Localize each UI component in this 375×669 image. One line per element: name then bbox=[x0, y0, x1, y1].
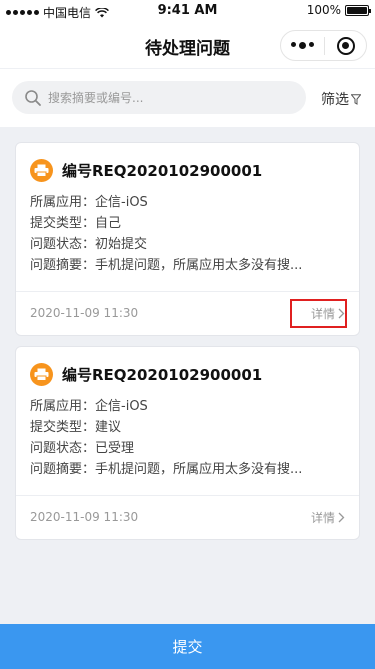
filter-label: 筛选 bbox=[321, 92, 349, 108]
card-number: 编号REQ2020102900001 bbox=[62, 366, 263, 384]
app-label: 所属应用： bbox=[30, 399, 96, 414]
card-summary-row: 问题摘要：手机提问题，所属应用太多没有搜... bbox=[30, 255, 345, 276]
filter-button[interactable]: 筛选 bbox=[321, 89, 361, 109]
search-placeholder: 搜索摘要或编号... bbox=[48, 91, 144, 105]
app-value: 企信-iOS bbox=[95, 195, 148, 210]
card-number: 编号REQ2020102900001 bbox=[62, 162, 263, 180]
card-header: 编号REQ2020102900001 bbox=[16, 347, 359, 386]
card-app-row: 所属应用：企信-iOS bbox=[30, 192, 345, 213]
card-body: 所属应用：企信-iOS 提交类型：自己 问题状态：初始提交 问题摘要：手机提问题… bbox=[16, 182, 359, 276]
card-state-row: 问题状态：已受理 bbox=[30, 438, 345, 459]
state-label: 问题状态： bbox=[30, 441, 96, 456]
card-app-row: 所属应用：企信-iOS bbox=[30, 396, 345, 417]
mini-program-capsule bbox=[280, 30, 367, 61]
status-bar: 中国电信 9:41 AM 100% bbox=[0, 0, 375, 22]
filter-icon bbox=[351, 93, 361, 105]
card-body: 所属应用：企信-iOS 提交类型：建议 问题状态：已受理 问题摘要：手机提问题，… bbox=[16, 386, 359, 480]
status-right: 100% bbox=[306, 3, 371, 17]
detail-link[interactable]: 详情 bbox=[311, 509, 345, 526]
card-summary-row: 问题摘要：手机提问题，所属应用太多没有搜... bbox=[30, 459, 345, 480]
card-header: 编号REQ2020102900001 bbox=[16, 143, 359, 182]
app-value: 企信-iOS bbox=[95, 399, 148, 414]
battery-percent: 100% bbox=[306, 3, 341, 17]
card-type-row: 提交类型：建议 bbox=[30, 417, 345, 438]
state-label: 问题状态： bbox=[30, 237, 96, 252]
close-icon bbox=[336, 36, 355, 55]
issue-card[interactable]: 编号REQ2020102900001 所属应用：企信-iOS 提交类型：自己 问… bbox=[15, 142, 360, 336]
type-value: 自己 bbox=[95, 216, 122, 231]
search-area: 搜索摘要或编号... 筛选 bbox=[0, 69, 375, 127]
printer-icon bbox=[30, 159, 53, 182]
card-state-row: 问题状态：初始提交 bbox=[30, 234, 345, 255]
detail-highlight-box bbox=[290, 299, 347, 328]
summary-label: 问题摘要： bbox=[30, 258, 96, 273]
search-input[interactable]: 搜索摘要或编号... bbox=[12, 81, 306, 114]
issue-card[interactable]: 编号REQ2020102900001 所属应用：企信-iOS 提交类型：建议 问… bbox=[15, 346, 360, 540]
card-footer: 2020-11-09 11:30 详情 bbox=[16, 495, 359, 539]
card-footer: 2020-11-09 11:30 详情 bbox=[16, 291, 359, 335]
detail-label: 详情 bbox=[310, 511, 335, 525]
close-button[interactable] bbox=[325, 36, 366, 55]
type-label: 提交类型： bbox=[30, 216, 96, 231]
battery-icon bbox=[345, 4, 371, 16]
printer-icon bbox=[30, 363, 53, 386]
nav-bar: 待处理问题 bbox=[0, 22, 375, 68]
submit-button[interactable]: 提交 bbox=[0, 624, 375, 669]
card-type-row: 提交类型：自己 bbox=[30, 213, 345, 234]
summary-label: 问题摘要： bbox=[30, 462, 96, 477]
card-date: 2020-11-09 11:30 bbox=[30, 306, 139, 320]
chevron-right-icon bbox=[338, 512, 345, 523]
type-value: 建议 bbox=[95, 420, 122, 435]
type-label: 提交类型： bbox=[30, 420, 96, 435]
state-value: 已受理 bbox=[95, 441, 135, 456]
more-icon[interactable] bbox=[281, 42, 324, 49]
summary-value: 手机提问题，所属应用太多没有搜... bbox=[95, 462, 303, 477]
state-value: 初始提交 bbox=[95, 237, 148, 252]
search-icon bbox=[25, 89, 41, 106]
app-label: 所属应用： bbox=[30, 195, 96, 210]
card-date: 2020-11-09 11:30 bbox=[30, 510, 139, 524]
summary-value: 手机提问题，所属应用太多没有搜... bbox=[95, 258, 303, 273]
